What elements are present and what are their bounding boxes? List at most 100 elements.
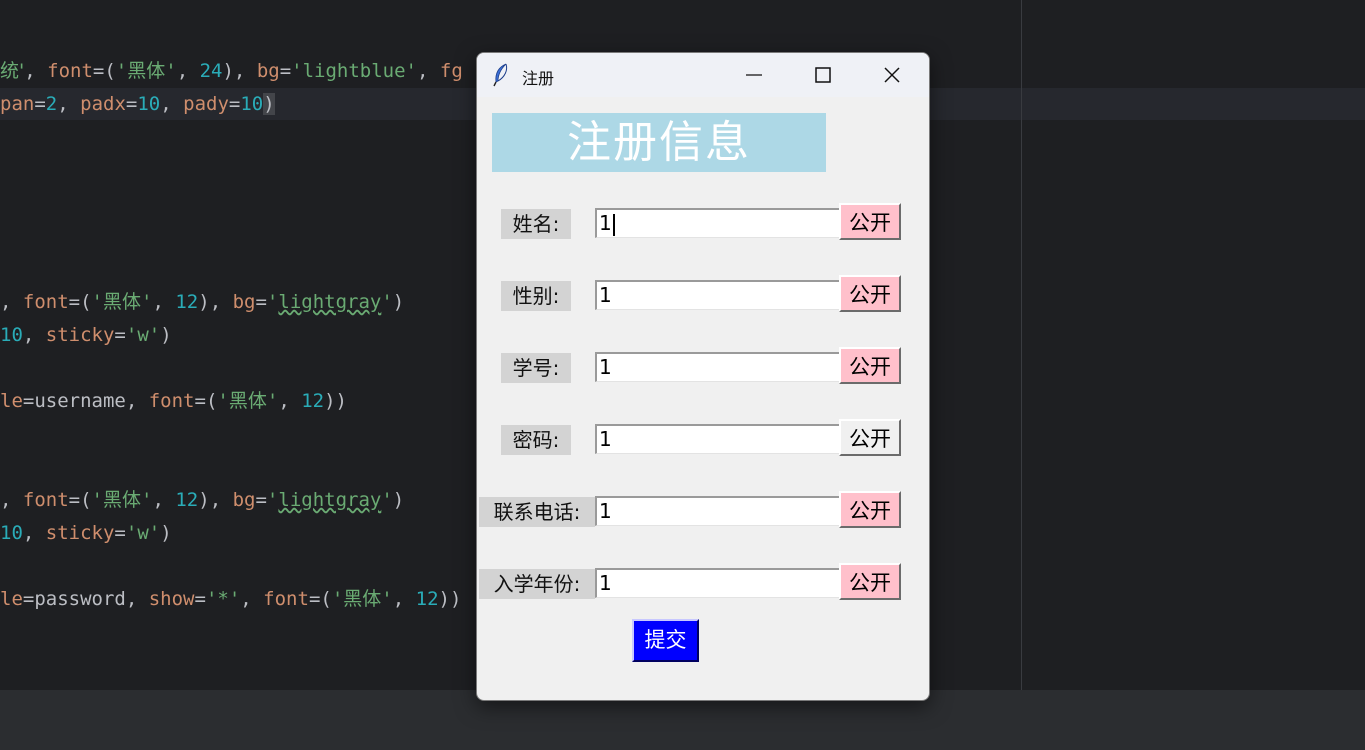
code-token: = [279, 60, 292, 82]
code-token: 黑体 [343, 588, 382, 610]
code-token: 10 [137, 93, 161, 115]
code-token: =username, [22, 390, 149, 412]
code-token: show [148, 588, 195, 610]
maximize-icon [815, 67, 831, 83]
code-token: , [57, 93, 81, 115]
code-line: , font=('黑体', 12), bg='lightgray') [0, 486, 404, 514]
code-token: 统' [0, 60, 25, 82]
code-token: =( [194, 390, 218, 412]
gender-public-button[interactable]: 公开 [839, 275, 901, 312]
gender-label: 性别: [501, 281, 571, 311]
minimize-button[interactable] [719, 53, 789, 97]
code-token: ), [222, 60, 257, 82]
code-token: sticky [45, 522, 115, 544]
code-token: 12 [175, 489, 199, 511]
close-icon [884, 67, 900, 83]
code-token: ' [115, 60, 128, 82]
feather-icon [493, 63, 508, 87]
gender-input[interactable]: 1 [595, 280, 840, 310]
code-token: ) [263, 93, 275, 115]
code-token: , [392, 588, 416, 610]
enrollment-year-public-button[interactable]: 公开 [839, 563, 901, 600]
code-token: , [22, 522, 46, 544]
code-token: bg [232, 489, 256, 511]
code-token: 10 [0, 522, 23, 544]
code-token: '*' [205, 588, 241, 610]
code-token: 黑体 [103, 489, 142, 511]
code-token: ' [141, 489, 153, 511]
student-id-input[interactable]: 1 [595, 352, 840, 382]
name-public-button[interactable]: 公开 [839, 203, 901, 240]
password-input[interactable]: 1 [595, 424, 840, 454]
code-token: ' [217, 390, 229, 412]
code-token: font [148, 390, 195, 412]
code-token: ) [392, 291, 405, 313]
maximize-button[interactable] [788, 53, 858, 97]
code-token: =password, [22, 588, 149, 610]
code-token: =( [308, 588, 332, 610]
code-token: , [160, 93, 184, 115]
code-token: , [152, 291, 176, 313]
code-token: 12 [175, 291, 199, 313]
code-token: font [263, 588, 309, 610]
code-token: sticky [45, 324, 115, 346]
code-token: 12 [415, 588, 439, 610]
right-margin-guide [1021, 0, 1022, 690]
code-token: ' [91, 489, 103, 511]
code-token: = [228, 93, 241, 115]
code-token: )) [438, 588, 462, 610]
password-public-button[interactable]: 公开 [839, 419, 901, 456]
phone-public-button[interactable]: 公开 [839, 491, 901, 528]
code-token: pady [183, 93, 229, 115]
window-titlebar[interactable]: 注册 [477, 53, 929, 97]
phone-input[interactable]: 1 [595, 496, 840, 526]
code-token: ' [266, 390, 279, 412]
code-token: ' [266, 291, 279, 313]
code-token: bg [256, 60, 280, 82]
name-value: 1 [599, 211, 612, 235]
code-token: 2 [45, 93, 58, 115]
code-token: = [114, 522, 126, 544]
code-token: font [22, 291, 69, 313]
phone-label: 联系电话: [479, 497, 595, 527]
window-title: 注册 [522, 69, 555, 88]
code-token: ' [91, 291, 103, 313]
code-token: lightgray [278, 489, 382, 511]
code-token: le [0, 390, 23, 412]
code-token: ' [331, 588, 344, 610]
code-token: , [176, 60, 200, 82]
code-token: bg [232, 291, 256, 313]
name-input[interactable]: 1 [595, 208, 840, 238]
submit-button[interactable]: 提交 [632, 619, 699, 662]
code-token: ) [160, 324, 172, 346]
code-token: 10 [240, 93, 264, 115]
code-token: =( [68, 489, 92, 511]
student-id-label: 学号: [501, 353, 571, 383]
password-label: 密码: [501, 425, 571, 455]
code-line: le=username, font=('黑体', 12)) [0, 387, 347, 415]
code-token: = [125, 93, 138, 115]
code-token: font [22, 489, 69, 511]
text-caret [612, 213, 615, 236]
code-token: , [278, 390, 302, 412]
code-token: ' [141, 291, 153, 313]
code-token: , [24, 60, 48, 82]
minimize-icon [746, 74, 762, 76]
code-token: 10 [0, 324, 23, 346]
code-token: ' [381, 489, 393, 511]
code-token: padx [80, 93, 126, 115]
code-token: = [34, 93, 46, 115]
code-line: 10, sticky='w') [0, 519, 172, 547]
code-token: ' [381, 291, 393, 313]
code-token: 12 [301, 390, 325, 412]
student-id-public-button[interactable]: 公开 [839, 347, 901, 384]
code-token: , [0, 489, 23, 511]
enrollment-year-label: 入学年份: [479, 569, 595, 599]
enrollment-year-input[interactable]: 1 [595, 568, 840, 598]
code-token: = [255, 489, 267, 511]
code-line: , font=('黑体', 12), bg='lightgray') [0, 288, 404, 316]
code-token: 黑体 [103, 291, 142, 313]
register-window: 注册 注册信息 姓名: 1 公开 性别: 1 公开 学号: 1 公开 密码: 1… [476, 52, 930, 701]
code-token: 'lightblue' [291, 60, 417, 82]
close-button[interactable] [857, 53, 927, 97]
